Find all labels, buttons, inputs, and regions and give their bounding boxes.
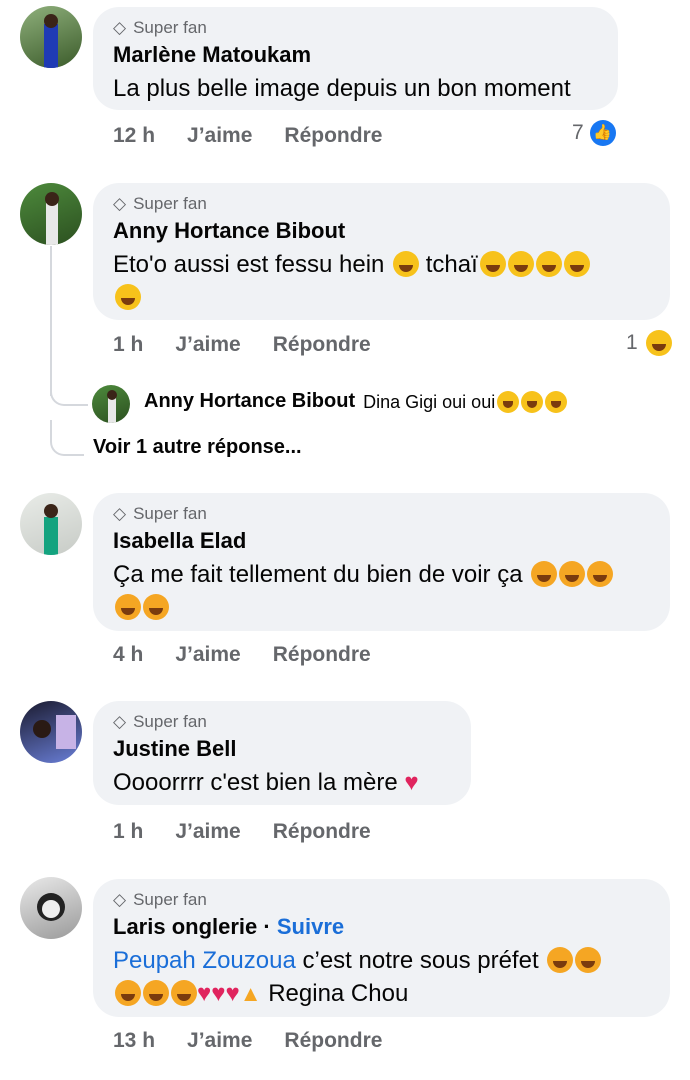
smiling-hearts-emoji-icon [575,947,602,973]
mention-link[interactable]: Peupah Zouzoua [113,947,296,974]
rofl-emoji-icon [479,251,506,277]
timestamp[interactable]: 12 h [113,124,155,148]
super-fan-badge: ◇ Super fan [113,194,207,213]
reply-button[interactable]: Répondre [284,1029,382,1053]
reply-button[interactable]: Répondre [273,333,371,357]
super-fan-badge: ◇ Super fan [113,18,207,37]
rofl-emoji-icon [507,251,534,277]
rofl-emoji-icon [521,390,544,413]
reply-author[interactable]: Anny Hortance Bibout [144,390,355,413]
comment-text: Eto'o aussi est fessu hein tchaï [113,248,650,314]
smiling-hearts-emoji-icon [143,980,169,1006]
more-replies-link[interactable]: Voir 1 autre réponse... [93,436,302,459]
comment-actions: 4 h J’aime Répondre [113,643,371,667]
timestamp[interactable]: 1 h [113,333,143,357]
thread-connector [50,370,88,406]
diamond-icon: ◇ [113,504,127,523]
red-heart-emoji-icon: ♥ [197,980,212,1007]
rofl-emoji-icon [563,251,590,277]
comment-text: La plus belle image depuis un bon moment [113,75,571,102]
diamond-icon: ◇ [113,712,127,731]
comment-text: Peupah Zouzoua c’est notre sous préfet ♥… [113,944,650,1010]
diamond-icon: ◇ [113,194,127,213]
folded-hands-emoji-icon: ▲ [239,981,262,1006]
comment-bubble: ◇ Super fan Anny Hortance Bibout Eto'o au… [93,183,670,320]
timestamp[interactable]: 4 h [113,643,143,667]
smiling-hearts-emoji-icon [547,947,574,973]
super-fan-badge: ◇ Super fan [113,504,207,523]
reply-preview[interactable]: Anny Hortance Bibout Dina Gigi oui oui [144,390,568,413]
thread-connector [50,420,84,456]
timestamp[interactable]: 13 h [113,1029,155,1053]
smiling-hearts-emoji-icon [115,980,141,1006]
laughing-emoji-icon [393,251,420,277]
like-button[interactable]: J’aime [175,643,240,667]
diamond-icon: ◇ [113,18,127,37]
reply-button[interactable]: Répondre [273,643,371,667]
like-button[interactable]: J’aime [175,333,240,357]
comment-actions: 12 h J’aime Répondre [113,124,382,148]
like-button[interactable]: J’aime [187,124,252,148]
comment-actions: 1 h J’aime Répondre [113,820,371,844]
rofl-emoji-icon [545,390,568,413]
smiling-hearts-emoji-icon [143,594,169,620]
reaction-summary[interactable]: 7 👍 [572,120,616,146]
like-reaction-icon: 👍 [589,120,616,146]
red-heart-emoji-icon: ♥ [211,980,226,1007]
avatar[interactable] [20,183,82,245]
author-name[interactable]: Isabella Elad [113,527,650,555]
smiling-hearts-emoji-icon [115,594,141,620]
author-name[interactable]: Justine Bell [113,735,451,763]
avatar[interactable] [20,701,82,763]
comment-bubble: ◇ Super fan Justine Bell Oooorrrr c'est b… [93,701,471,805]
comment-bubble: ◇ Super fan Marlène Matoukam La plus bell… [93,7,618,110]
follow-button[interactable]: Suivre [277,914,344,939]
smiling-hearts-emoji-icon [171,980,197,1006]
reply-text: Dina Gigi oui oui [363,390,568,413]
avatar[interactable] [92,385,130,423]
super-fan-badge: ◇ Super fan [113,712,207,731]
comment-bubble: ◇ Super fan Laris onglerie · Suivre Peupa… [93,879,670,1017]
reply-button[interactable]: Répondre [284,124,382,148]
reaction-count: 7 [572,121,584,144]
comment-text: Oooorrrr c'est bien la mère ♥ [113,769,419,796]
smiling-hearts-emoji-icon [587,561,614,587]
comment-bubble: ◇ Super fan Isabella Elad Ça me fait tell… [93,493,670,631]
comment-actions: 1 h J’aime Répondre [113,333,371,357]
like-button[interactable]: J’aime [187,1029,252,1053]
avatar[interactable] [20,877,82,939]
like-button[interactable]: J’aime [175,820,240,844]
comment-text: Ça me fait tellement du bien de voir ça [113,558,650,624]
timestamp[interactable]: 1 h [113,820,143,844]
rofl-emoji-icon [535,251,562,277]
reaction-summary[interactable]: 1 [626,330,672,356]
red-heart-emoji-icon: ♥ [404,769,419,796]
diamond-icon: ◇ [113,890,127,909]
smiling-hearts-emoji-icon [531,561,558,587]
haha-reaction-icon [645,330,672,356]
red-heart-emoji-icon: ♥ [225,980,240,1007]
rofl-emoji-icon [115,284,141,310]
author-name: Laris onglerie · Suivre [113,914,345,939]
rofl-emoji-icon [497,390,520,413]
author-name[interactable]: Marlène Matoukam [113,41,598,69]
super-fan-badge: ◇ Super fan [113,890,207,909]
smiling-hearts-emoji-icon [559,561,586,587]
reaction-count: 1 [626,331,638,354]
reply-button[interactable]: Répondre [273,820,371,844]
author-name[interactable]: Anny Hortance Bibout [113,217,650,245]
avatar[interactable] [20,493,82,555]
avatar[interactable] [20,6,82,68]
comment-actions: 13 h J’aime Répondre [113,1029,382,1053]
